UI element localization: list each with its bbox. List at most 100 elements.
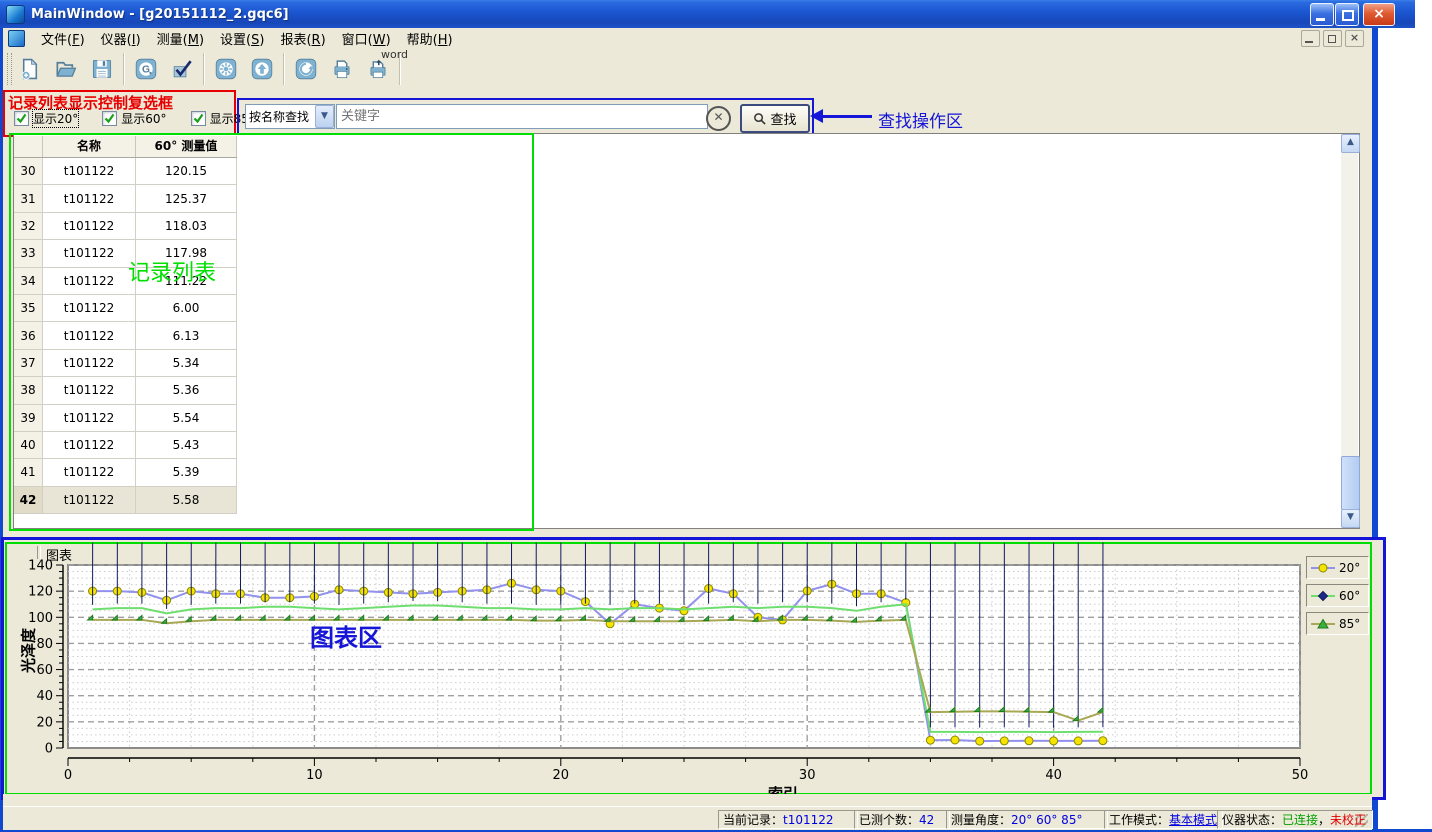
status-label: 工作模式： <box>1109 811 1169 828</box>
print-report-button[interactable] <box>325 50 359 87</box>
search-keyword-input[interactable] <box>336 104 708 129</box>
svg-text:120: 120 <box>28 585 53 600</box>
mdi-child-icon <box>8 30 25 47</box>
upload-data-icon <box>251 55 273 83</box>
checkbox-icon[interactable] <box>14 111 29 126</box>
desktop-background <box>1378 28 1432 829</box>
annotation-chart-area-label: 图表区 <box>310 618 382 653</box>
checkbox-show-60[interactable]: 显示60° <box>102 110 166 127</box>
status-label: 仪器状态： <box>1222 811 1282 828</box>
word-export-label: word <box>381 48 408 61</box>
legend-marker-icon <box>1310 562 1336 574</box>
mdi-window-buttons: × <box>1301 30 1364 47</box>
print-report-icon <box>331 55 353 83</box>
toolbar-separator <box>203 53 205 85</box>
gloss-chart: 02040608010012014001020304050 <box>5 542 1368 791</box>
svg-text:0: 0 <box>64 768 72 783</box>
mdi-close-button[interactable]: × <box>1345 30 1364 47</box>
title-bar: MainWindow - [g20151112_2.gqc6] <box>0 0 1415 28</box>
calibration-wheel-icon <box>215 55 237 83</box>
new-file-icon <box>19 55 41 83</box>
toolbar-buttons: G <box>12 50 404 87</box>
find-button[interactable]: 查找 <box>740 104 810 133</box>
checkbox-label: 显示20° <box>33 110 78 127</box>
legend-label: 20° <box>1339 561 1360 575</box>
scroll-down-button[interactable]: ▼ <box>1341 509 1360 528</box>
menu-i[interactable]: 仪器(I) <box>93 27 149 50</box>
menu-s[interactable]: 设置(S) <box>212 27 272 50</box>
app-icon <box>6 5 25 24</box>
status-value: 42 <box>919 813 934 827</box>
menu-f[interactable]: 文件(F) <box>33 27 93 50</box>
restore-icon <box>1328 35 1336 43</box>
chart-y-axis-label: 光泽度 <box>18 621 39 681</box>
annotation-record-list-label: 记录列表 <box>128 255 216 287</box>
scroll-up-button[interactable]: ▲ <box>1341 134 1360 153</box>
annotation-green-box <box>9 133 534 531</box>
open-file-icon <box>55 55 77 83</box>
legend-entry-60[interactable]: 60° <box>1306 584 1369 607</box>
svg-text:50: 50 <box>1292 768 1309 783</box>
status-value: ， <box>1318 811 1330 828</box>
restore-button[interactable] <box>1335 3 1359 26</box>
annotation-search-area-label: 查找操作区 <box>878 107 963 132</box>
status-panel-work-mode: 工作模式：基本模式 <box>1104 810 1223 829</box>
gloss-measure-button[interactable]: G <box>129 50 163 87</box>
upload-data-button[interactable] <box>245 50 279 87</box>
status-label: 测量角度： <box>951 811 1011 828</box>
minimize-icon <box>1305 41 1313 43</box>
status-panel-instrument-status: 仪器状态：已连接，未校正 <box>1217 810 1373 829</box>
open-file-button[interactable] <box>49 50 83 87</box>
svg-text:G: G <box>142 64 150 75</box>
checkbox-show-20[interactable]: 显示20° <box>14 110 78 127</box>
legend-label: 60° <box>1339 589 1360 603</box>
window-title: MainWindow - [g20151112_2.gqc6] <box>31 7 289 22</box>
legend-marker-icon <box>1310 590 1336 602</box>
checkbox-icon[interactable] <box>102 111 117 126</box>
status-value: 未校正 <box>1330 811 1366 828</box>
mdi-restore-button[interactable] <box>1323 30 1342 47</box>
close-icon: × <box>1364 5 1394 23</box>
annotation-arrow-head <box>810 109 823 123</box>
toolbar: G <box>3 48 1372 90</box>
table-scrollbar[interactable]: ▲ ▼ <box>1341 134 1358 526</box>
mdi-minimize-button[interactable] <box>1301 30 1320 47</box>
refresh-data-button[interactable] <box>289 50 323 87</box>
scrollbar-thumb[interactable] <box>1341 456 1360 510</box>
confirm-measure-button[interactable] <box>165 50 199 87</box>
new-file-button[interactable] <box>13 50 47 87</box>
checkbox-label: 显示60° <box>121 110 166 127</box>
search-mode-combobox[interactable]: 按名称查找 ▼ <box>245 104 335 129</box>
legend-label: 85° <box>1339 617 1360 631</box>
svg-text:0: 0 <box>45 742 53 757</box>
svg-text:80: 80 <box>36 637 53 652</box>
client-area <box>3 794 1372 806</box>
status-value: 20° 60° 85° <box>1011 813 1082 827</box>
status-value[interactable]: 基本模式 <box>1169 811 1217 828</box>
menu-w[interactable]: 窗口(W) <box>334 27 399 50</box>
clear-search-button[interactable]: ✕ <box>706 106 731 131</box>
close-button[interactable]: × <box>1363 3 1395 26</box>
menu-h[interactable]: 帮助(H) <box>399 27 461 50</box>
menu-m[interactable]: 测量(M) <box>149 27 212 50</box>
status-bar: 当前记录：t101122已测个数：42测量角度：20° 60° 85°工作模式：… <box>3 806 1372 830</box>
calibration-wheel-button[interactable] <box>209 50 243 87</box>
checkbox-icon[interactable] <box>191 111 206 126</box>
toolbar-separator <box>283 53 285 85</box>
menu-bar: 文件(F)仪器(I)测量(M)设置(S)报表(R)窗口(W)帮助(H) × <box>3 28 1372 49</box>
svg-text:60: 60 <box>36 663 53 678</box>
toolbar-separator <box>123 53 125 85</box>
chart-legend: 20° 60° 85° <box>1306 556 1369 635</box>
legend-entry-20[interactable]: 20° <box>1306 556 1369 579</box>
status-value: t101122 <box>783 813 834 827</box>
chevron-down-icon[interactable]: ▼ <box>315 105 334 128</box>
search-icon <box>753 112 766 125</box>
svg-text:40: 40 <box>1045 768 1062 783</box>
save-file-button[interactable] <box>85 50 119 87</box>
refresh-data-icon <box>295 55 317 83</box>
menu-r[interactable]: 报表(R) <box>272 27 333 50</box>
svg-text:20: 20 <box>553 768 570 783</box>
minimize-button[interactable] <box>1310 3 1334 26</box>
legend-entry-85[interactable]: 85° <box>1306 612 1369 635</box>
status-value: 已连接 <box>1282 811 1318 828</box>
